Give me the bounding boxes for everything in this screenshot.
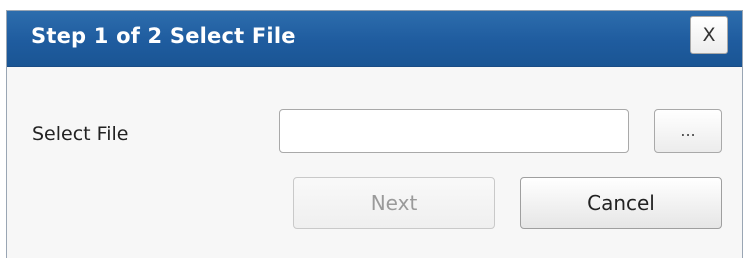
select-file-dialog: Step 1 of 2 Select File X Select File ..… xyxy=(6,10,743,258)
cancel-button[interactable]: Cancel xyxy=(520,177,722,229)
next-button-label: Next xyxy=(370,191,418,215)
select-file-label: Select File xyxy=(32,123,129,145)
next-button[interactable]: Next xyxy=(293,177,495,229)
browse-button[interactable]: ... xyxy=(654,109,722,153)
close-button[interactable]: X xyxy=(690,16,728,54)
dialog-title: Step 1 of 2 Select File xyxy=(31,24,296,48)
dialog-body: Select File ... Next Cancel xyxy=(7,67,742,258)
cancel-button-label: Cancel xyxy=(587,191,655,215)
close-icon: X xyxy=(702,24,716,46)
dialog-titlebar: Step 1 of 2 Select File X xyxy=(7,11,742,67)
file-path-input[interactable] xyxy=(279,109,629,153)
ellipsis-icon: ... xyxy=(680,121,696,140)
